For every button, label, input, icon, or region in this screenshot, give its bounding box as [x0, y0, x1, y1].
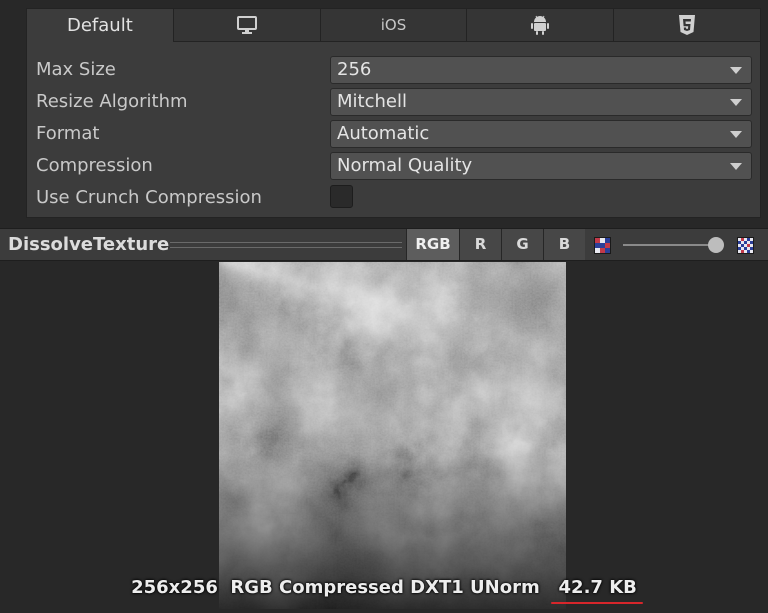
tab-ios[interactable]: iOS [320, 8, 468, 42]
android-icon [530, 14, 550, 36]
resize-algorithm-dropdown[interactable]: Mitchell [330, 88, 752, 116]
texture-format: RGB Compressed DXT1 UNorm [230, 577, 540, 598]
compression-dropdown[interactable]: Normal Quality [330, 152, 752, 180]
compression-row: Compression Normal Quality [27, 152, 760, 180]
tab-default-label: Default [67, 15, 133, 36]
mip-large-icon [737, 237, 754, 254]
format-row: Format Automatic [27, 120, 760, 148]
preview-drag-handle[interactable] [170, 242, 402, 248]
channel-b-button[interactable]: B [543, 229, 585, 260]
texture-info-line: 256x256 RGB Compressed DXT1 UNorm 42.7 K… [0, 575, 768, 604]
channel-rgb-button[interactable]: RGB [406, 229, 459, 260]
chevron-down-icon [730, 163, 742, 170]
texture-size-wrapper: 42.7 KB [550, 575, 643, 604]
use-crunch-checkbox[interactable] [330, 185, 353, 208]
format-value: Automatic [337, 123, 430, 144]
compression-value: Normal Quality [337, 155, 473, 176]
preview-title: DissolveTexture [8, 234, 170, 255]
tab-android[interactable] [467, 8, 615, 42]
preview-toolbar: DissolveTexture RGB R G B [0, 228, 768, 261]
texture-dimensions: 256x256 [131, 577, 218, 598]
resize-algorithm-label: Resize Algorithm [36, 91, 188, 112]
use-crunch-label: Use Crunch Compression [36, 187, 262, 208]
tab-default[interactable]: Default [26, 8, 174, 42]
platform-settings-panel: Default iOS Max Size 256 Resize Algorith… [0, 0, 768, 228]
tab-ios-label: iOS [380, 16, 407, 34]
mip-level-slider-thumb[interactable] [708, 237, 724, 253]
format-label: Format [36, 123, 100, 144]
texture-size: 42.7 KB [558, 577, 637, 598]
texture-preview-image [219, 262, 566, 609]
use-crunch-row: Use Crunch Compression [27, 184, 760, 212]
tab-standalone[interactable] [173, 8, 321, 42]
format-dropdown[interactable]: Automatic [330, 120, 752, 148]
chevron-down-icon [730, 131, 742, 138]
channel-r-button[interactable]: R [459, 229, 501, 260]
platform-tab-bar: Default iOS [26, 8, 761, 42]
max-size-dropdown[interactable]: 256 [330, 56, 752, 84]
highlight-underline [550, 602, 643, 604]
max-size-label: Max Size [36, 59, 116, 80]
max-size-value: 256 [337, 59, 372, 80]
settings-body: Max Size 256 Resize Algorithm Mitchell F… [26, 42, 761, 218]
chevron-down-icon [730, 67, 742, 74]
chevron-down-icon [730, 99, 742, 106]
texture-preview-area: 256x256 RGB Compressed DXT1 UNorm 42.7 K… [0, 261, 768, 613]
compression-label: Compression [36, 155, 153, 176]
mip-level-slider[interactable] [623, 244, 718, 246]
max-size-row: Max Size 256 [27, 56, 760, 84]
monitor-icon [236, 15, 258, 35]
resize-algorithm-value: Mitchell [337, 91, 407, 112]
mip-small-icon [594, 237, 611, 254]
html5-icon [678, 14, 696, 36]
resize-algorithm-row: Resize Algorithm Mitchell [27, 88, 760, 116]
tab-webgl[interactable] [614, 8, 761, 42]
channel-g-button[interactable]: G [501, 229, 543, 260]
